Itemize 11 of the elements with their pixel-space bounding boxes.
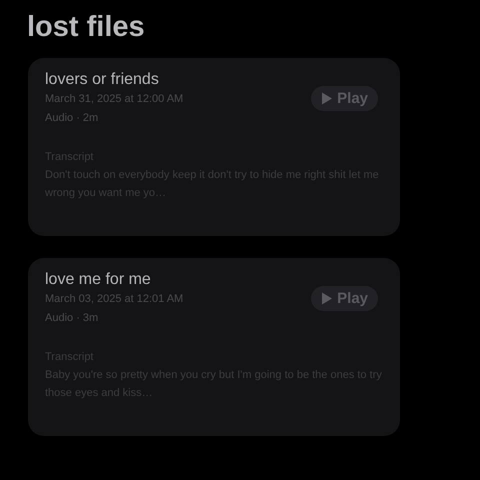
recording-name: lovers or friends xyxy=(45,70,160,90)
recording-meta: Audio · 2m xyxy=(45,111,100,126)
play-icon xyxy=(321,92,334,105)
play-icon xyxy=(321,292,334,305)
recording-name: love me for me xyxy=(45,270,152,290)
recording-date: March 03, 2025 at 12:01 AM xyxy=(45,292,184,307)
page-title: lost files xyxy=(27,10,146,44)
recording-date: March 31, 2025 at 12:00 AM xyxy=(45,92,184,107)
recording-meta: Audio · 3m xyxy=(45,311,100,326)
play-button[interactable]: Play xyxy=(311,286,378,311)
play-button[interactable]: Play xyxy=(311,86,378,111)
